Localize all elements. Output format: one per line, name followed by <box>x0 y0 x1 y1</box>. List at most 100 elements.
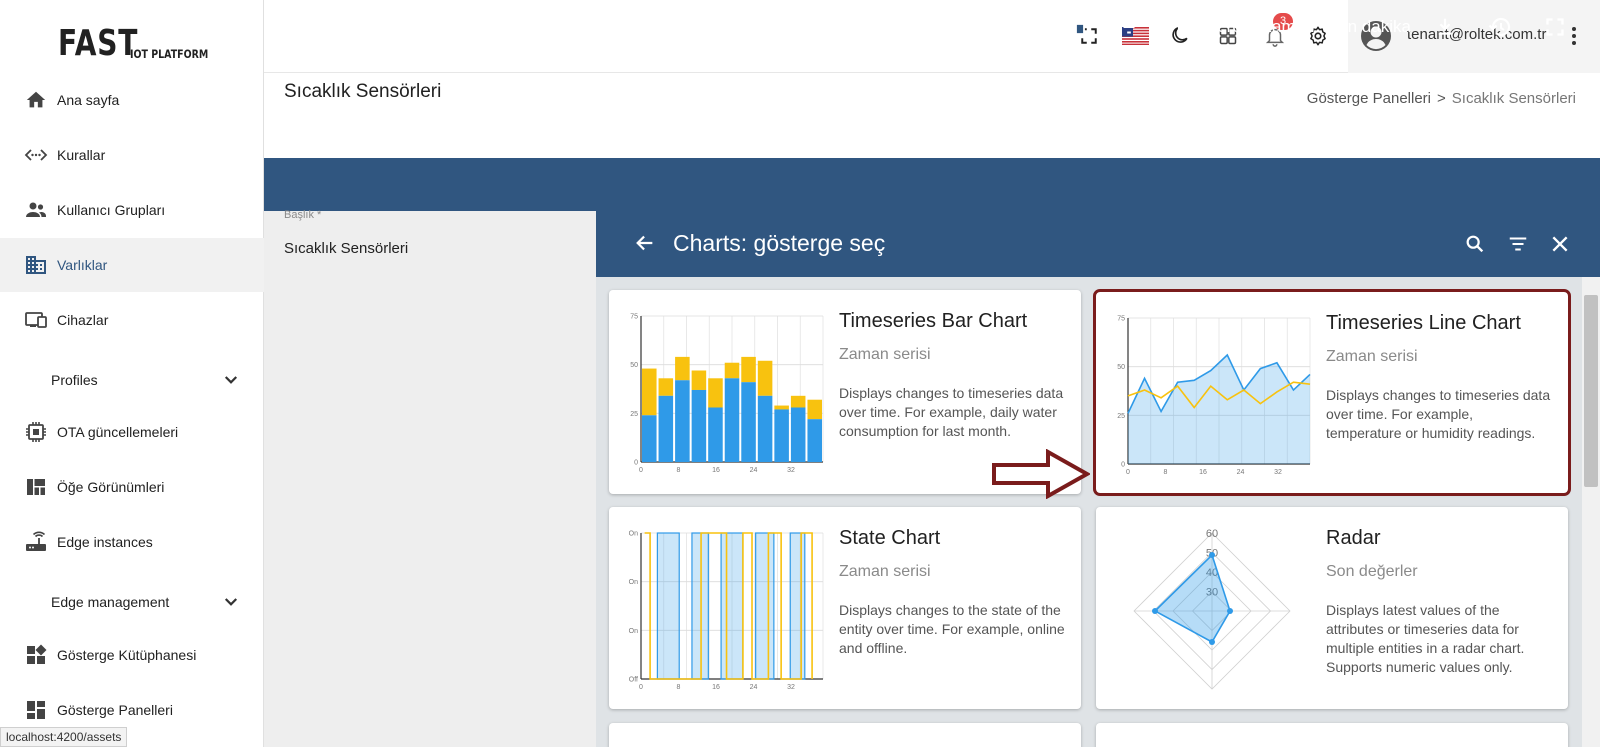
devices-icon[interactable] <box>1061 14 1087 40</box>
bar-top <box>757 360 773 396</box>
widget-card-subtitle: Zaman serisi <box>839 563 931 580</box>
radar-point <box>1209 552 1215 558</box>
rule-chain-icon <box>24 143 48 167</box>
state-segment <box>720 532 744 680</box>
back-arrow-icon[interactable] <box>632 230 658 256</box>
sidebar-item-ota-guncellemeleri[interactable]: OTA güncellemeleri <box>0 405 264 459</box>
layers-icon[interactable] <box>317 14 343 40</box>
state-chart-thumbnail: On On On Off0 8 16 24 32 <box>629 531 824 691</box>
y-tick-label: On <box>629 628 638 635</box>
bar <box>757 395 773 462</box>
time-window-label: Gerçek zaman - son dakika <box>1204 17 1411 36</box>
x-tick-label: 24 <box>750 684 758 691</box>
domain-icon <box>24 253 48 277</box>
scrollbar-thumb[interactable] <box>1584 295 1598 487</box>
timeseries-line-chart-thumbnail: 75 50 25 00 8 16 24 32 <box>1117 316 1311 476</box>
y-tick-label: 0 <box>634 460 638 467</box>
sidebar-group-edge-management[interactable]: Edge management <box>0 575 264 629</box>
people-icon <box>24 198 48 222</box>
y-tick-label: 75 <box>1117 316 1125 323</box>
memory-chip-icon <box>24 420 48 444</box>
sidebar-item-kullanici-gruplari[interactable]: Kullanıcı Grupları <box>0 183 264 237</box>
page-title: Sıcaklık Sensörleri <box>284 81 442 102</box>
state-segment <box>691 532 709 680</box>
radar-tick-label: 60 <box>1206 528 1218 540</box>
widget-card-description: Displays changes to timeseries data over… <box>839 385 1064 439</box>
sidebar-item-varliklar[interactable]: Varlıklar <box>0 238 264 292</box>
bar <box>658 395 674 462</box>
widget-card-description: Displays latest values of the attributes… <box>1326 602 1525 675</box>
download-icon[interactable] <box>1432 14 1458 40</box>
router-icon <box>24 530 48 554</box>
bar-top <box>642 368 657 416</box>
x-tick-label: 16 <box>712 467 720 474</box>
status-url: localhost:4200/assets <box>0 727 128 747</box>
filter-icon[interactable] <box>1116 14 1142 40</box>
sidebar-item-cihazlar[interactable]: Cihazlar <box>0 293 264 347</box>
y-tick-label: On <box>629 579 638 586</box>
bar <box>691 389 707 462</box>
bar-top <box>675 356 690 381</box>
dashboard-icon <box>24 698 48 722</box>
x-tick-label: 0 <box>1126 469 1130 476</box>
sidebar-item-label: Varlıklar <box>57 257 108 273</box>
title-field-label: Başlık * <box>284 209 322 221</box>
arrow-annotation-icon <box>992 449 1090 499</box>
settings-gear-icon[interactable] <box>1007 14 1033 40</box>
widget-card-subtitle: Zaman serisi <box>1326 348 1418 365</box>
widgets-icon <box>24 643 48 667</box>
widget-card[interactable] <box>1096 723 1568 747</box>
more-vert-icon[interactable] <box>1568 24 1580 48</box>
sidebar-item-edge-instances[interactable]: Edge instances <box>0 515 264 569</box>
bar-top <box>691 370 707 390</box>
sidebar-item-label: Profiles <box>51 372 98 388</box>
filter-icon[interactable] <box>1505 231 1531 257</box>
timeseries-bar-chart-thumbnail: 75 50 25 00 8 16 24 32 <box>630 314 824 474</box>
logo[interactable]: FAST IOT PLATFORM <box>58 14 225 62</box>
state-segment <box>755 532 775 680</box>
bar <box>774 409 789 462</box>
sidebar-item-gosterge-kutuphanesi[interactable]: Gösterge Kütüphanesi <box>0 628 264 682</box>
sidebar: FAST IOT PLATFORM Ana sayfa Kurallar Kul… <box>0 0 264 747</box>
bar-top <box>807 399 822 420</box>
x-tick-label: 0 <box>639 467 643 474</box>
dashboard-settings-panel <box>264 211 596 747</box>
title-field-input[interactable]: Sıcaklık Sensörleri <box>284 240 408 257</box>
x-tick-label: 8 <box>1164 469 1168 476</box>
widget-card-timeseries-line-chart[interactable]: 75 50 25 0 0 8 16 24 32 Timeseries Line Chart Za… <box>1093 289 1571 496</box>
breadcrumb-separator: > <box>1437 90 1446 107</box>
state-segment <box>789 532 806 680</box>
sidebar-item-label: Kullanıcı Grupları <box>57 202 166 218</box>
history-icon[interactable] <box>1487 14 1513 40</box>
user-email[interactable]: tenant@roltek.com.tr <box>1407 26 1546 43</box>
widget-card-subtitle: Zaman serisi <box>839 346 931 363</box>
close-icon[interactable] <box>1547 231 1573 257</box>
sidebar-item-label: Edge instances <box>57 534 153 550</box>
widget-card-state-chart[interactable]: On On On Off 0 8 16 24 32 State Chart Zaman seri… <box>609 507 1081 709</box>
fullscreen-icon[interactable] <box>1542 14 1568 40</box>
widget-card-title: Timeseries Bar Chart <box>839 310 1028 332</box>
x-tick-label: 8 <box>677 684 681 691</box>
bar <box>675 380 690 462</box>
sidebar-item-label: Cihazlar <box>57 312 109 328</box>
y-tick-label: 50 <box>630 362 638 369</box>
sidebar-item-kurallar[interactable]: Kurallar <box>0 128 264 182</box>
widget-card[interactable] <box>609 723 1081 747</box>
radar-point <box>1152 608 1158 614</box>
sidebar-item-oge-gorunumleri[interactable]: Öğe Görünümleri <box>0 460 264 514</box>
sidebar-item-ana-sayfa[interactable]: Ana sayfa <box>0 73 264 127</box>
chevron-down-icon <box>222 371 240 389</box>
bar-top <box>724 362 740 379</box>
breadcrumb: Gösterge Panelleri > Sıcaklık Sensörleri <box>1307 90 1576 107</box>
breadcrumb-link[interactable]: Gösterge Panelleri <box>1307 90 1431 107</box>
view-quilt-icon <box>24 475 48 499</box>
bar <box>724 378 740 462</box>
y-tick-label: 25 <box>1117 413 1125 420</box>
widget-card-radar[interactable]: 60504030 Radar Son değerler Displays lat… <box>1096 507 1568 709</box>
search-icon[interactable] <box>1462 231 1488 257</box>
sidebar-item-label: Kurallar <box>57 147 106 163</box>
bar <box>741 382 756 462</box>
time-window[interactable]: Gerçek zaman - son dakika <box>1176 14 1411 40</box>
layout-icon[interactable] <box>371 14 397 40</box>
sidebar-group-profiles[interactable]: Profiles <box>0 353 264 407</box>
